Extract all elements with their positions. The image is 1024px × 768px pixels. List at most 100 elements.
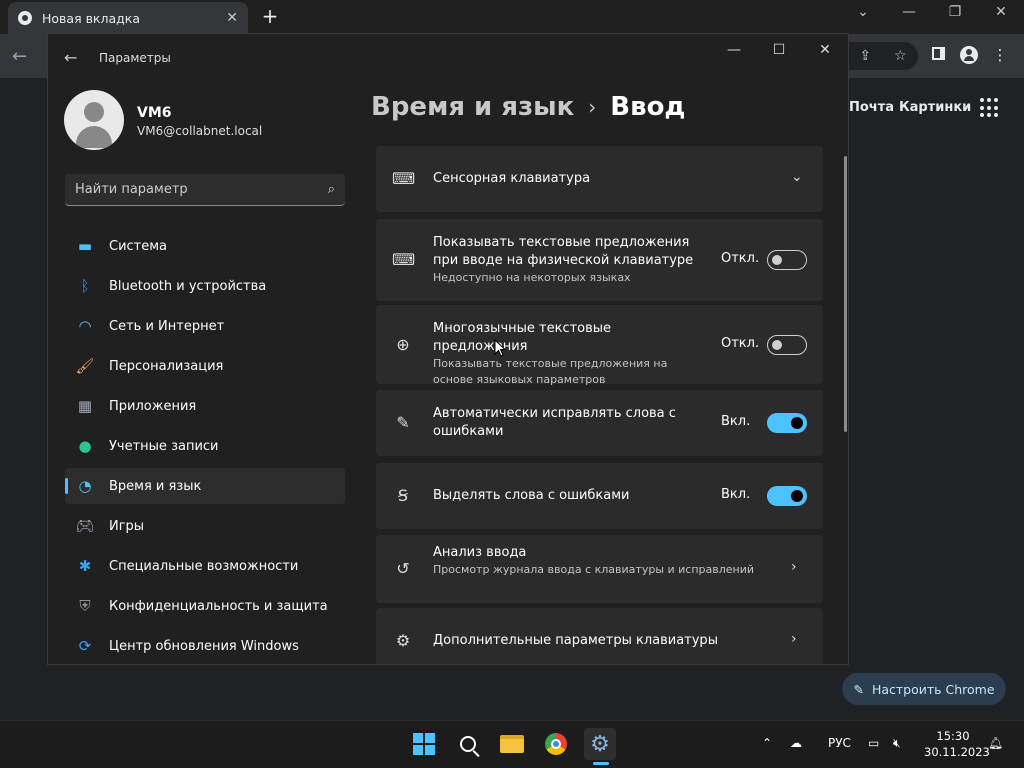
- sidebar-item[interactable]: ✱ Специальные возможности: [65, 548, 345, 584]
- sidebar-item-label: Время и язык: [109, 478, 202, 494]
- settings-card[interactable]: ↺ Анализ ввода Просмотр журнала ввода с кл…: [376, 535, 823, 603]
- chrome-close-icon[interactable]: ✕: [986, 4, 1016, 20]
- sidebar-item-label: Специальные возможности: [109, 558, 299, 574]
- sidebar-item[interactable]: ⛨ Конфиденциальность и защита: [65, 588, 345, 624]
- chevron-right-icon[interactable]: ›: [791, 631, 797, 647]
- search-box[interactable]: ⌕: [65, 174, 345, 206]
- autocorrect-icon: ✎: [396, 413, 410, 432]
- settings-card[interactable]: ⊕ Многоязычные текстовые предложения Показ…: [376, 305, 823, 386]
- close-icon[interactable]: ✕: [811, 42, 839, 58]
- mouse-cursor-icon: [494, 339, 506, 357]
- share-icon[interactable]: ⇪: [859, 48, 871, 64]
- toggle-switch[interactable]: [767, 250, 807, 270]
- search-input[interactable]: [75, 182, 328, 197]
- start-button[interactable]: [408, 728, 440, 760]
- chevron-right-icon[interactable]: ›: [791, 559, 797, 575]
- globe-clock-icon: ◔: [78, 477, 92, 495]
- sidebar-item[interactable]: ◔ Время и язык: [65, 468, 345, 504]
- card-subtitle: Просмотр журнала ввода с клавиатуры и ис…: [433, 563, 755, 576]
- settings-card[interactable]: ⌨ Показывать текстовые предложения при вв…: [376, 219, 823, 301]
- file-explorer-button[interactable]: [496, 728, 528, 760]
- sidebar-item-label: Сеть и Интернет: [109, 318, 225, 334]
- profile-icon[interactable]: [959, 46, 979, 66]
- gmail-link[interactable]: Почта: [849, 100, 894, 115]
- notification-bell-icon[interactable]: 🔔︎: [988, 736, 1003, 750]
- sidebar-item[interactable]: ⟳ Центр обновления Windows: [65, 628, 345, 664]
- page-title: Ввод: [610, 92, 686, 122]
- minimize-icon[interactable]: —: [720, 42, 748, 58]
- settings-taskbar-button[interactable]: ⚙: [584, 728, 616, 760]
- side-panel-icon[interactable]: [928, 46, 948, 66]
- chrome-tab-search-icon[interactable]: ⌄: [848, 4, 878, 20]
- language-indicator[interactable]: РУС: [828, 736, 851, 750]
- sidebar-item-label: Конфиденциальность и защита: [109, 598, 328, 614]
- scrollbar[interactable]: [844, 156, 847, 432]
- card-title: Дополнительные параметры клавиатуры: [433, 633, 718, 648]
- card-title: Показывать текстовые предложения при вво…: [433, 235, 694, 268]
- settings-card[interactable]: ✎ Автоматически исправлять слова с ошибка…: [376, 390, 823, 456]
- show-hidden-icons-icon[interactable]: ⌃: [762, 736, 772, 750]
- toggle-switch[interactable]: [767, 486, 807, 506]
- chrome-restore-icon[interactable]: ❐: [940, 4, 970, 20]
- card-title: Сенсорная клавиатура: [433, 171, 591, 186]
- sidebar-item[interactable]: ▬ Система: [65, 228, 345, 264]
- google-apps-icon[interactable]: [980, 98, 1000, 118]
- sidebar-item[interactable]: ● Учетные записи: [65, 428, 345, 464]
- avatar[interactable]: [64, 90, 124, 150]
- chrome-menu-icon[interactable]: ⋮: [990, 46, 1010, 66]
- card-title: Анализ ввода: [433, 545, 527, 560]
- volume-muted-icon[interactable]: 🔇︎: [893, 736, 901, 751]
- search-icon: ⌕: [327, 182, 335, 197]
- toggle-state-label: Вкл.: [721, 414, 751, 429]
- toggle-state-label: Откл.: [721, 251, 760, 266]
- chrome-icon: [545, 733, 567, 755]
- customize-chrome-label: Настроить Chrome: [871, 681, 995, 697]
- chrome-back-icon[interactable]: ←: [12, 46, 27, 67]
- gear-icon: ⚙: [590, 731, 610, 757]
- customize-chrome-button[interactable]: ✎ Настроить Chrome: [842, 673, 1006, 705]
- clock[interactable]: 15:30 30.11.2023: [924, 728, 990, 760]
- card-subtitle: Показывать текстовые предложения на осно…: [433, 356, 668, 386]
- card-title: Выделять слова с ошибками: [433, 488, 630, 503]
- chrome-tab[interactable]: Новая вкладка ✕: [8, 2, 248, 34]
- chrome-taskbar-button[interactable]: [540, 728, 572, 760]
- sidebar-item[interactable]: ▦ Приложения: [65, 388, 345, 424]
- update-icon: ⟳: [78, 637, 92, 655]
- taskbar-search-button[interactable]: [452, 728, 484, 760]
- gear-icon: ⚙: [395, 631, 411, 650]
- sidebar-item[interactable]: 🎮︎ Игры: [65, 508, 345, 544]
- maximize-icon[interactable]: ☐: [765, 42, 793, 58]
- sidebar-item[interactable]: ◠ Сеть и Интернет: [65, 308, 345, 344]
- settings-card[interactable]: Ꞩ Выделять слова с ошибками Вкл.: [376, 463, 823, 529]
- apps-icon: ▦: [77, 397, 93, 415]
- toggle-switch[interactable]: [767, 334, 807, 355]
- chevron-down-icon[interactable]: ⌄: [791, 169, 803, 185]
- profile-name: VM6: [137, 105, 172, 121]
- sidebar-item[interactable]: 🖌︎ Персонализация: [65, 348, 345, 384]
- shield-icon: ⛨: [79, 597, 91, 615]
- toggle-switch[interactable]: [767, 413, 807, 433]
- toggle-state-label: Откл.: [721, 335, 760, 351]
- clock-date: 30.11.2023: [924, 745, 990, 759]
- settings-card[interactable]: ⚙ Дополнительные параметры клавиатуры ›: [376, 608, 823, 664]
- new-tab-button[interactable]: +: [258, 4, 282, 28]
- chrome-tab-title: Новая вкладка: [42, 10, 140, 26]
- images-link[interactable]: Картинки: [899, 100, 971, 115]
- sidebar-item-label: Приложения: [109, 398, 197, 414]
- settings-card[interactable]: ⌨ Сенсорная клавиатура ⌄: [376, 146, 823, 212]
- sidebar-item[interactable]: ᛒ Bluetooth и устройства: [65, 268, 345, 304]
- close-tab-icon[interactable]: ✕: [226, 10, 238, 26]
- breadcrumb-parent[interactable]: Время и язык: [371, 92, 574, 122]
- onedrive-icon[interactable]: ☁: [790, 736, 802, 750]
- keyboard-icon: ⌨: [392, 250, 416, 269]
- sidebar-item-label: Система: [109, 238, 168, 254]
- network-icon[interactable]: ▭: [868, 736, 879, 750]
- keyboard-icon: ⌨: [392, 169, 416, 188]
- chrome-minimize-icon[interactable]: —: [894, 4, 924, 20]
- bookmark-star-icon[interactable]: ☆: [894, 48, 907, 64]
- back-arrow-icon[interactable]: ←: [64, 48, 77, 67]
- settings-titlebar: ← Параметры — ☐ ✕: [48, 34, 848, 82]
- folder-icon: [500, 735, 524, 753]
- user-icon: ●: [78, 437, 92, 455]
- sidebar-nav: ▬ Система ᛒ Bluetooth и устройства ◠ Сеть и И…: [65, 228, 345, 664]
